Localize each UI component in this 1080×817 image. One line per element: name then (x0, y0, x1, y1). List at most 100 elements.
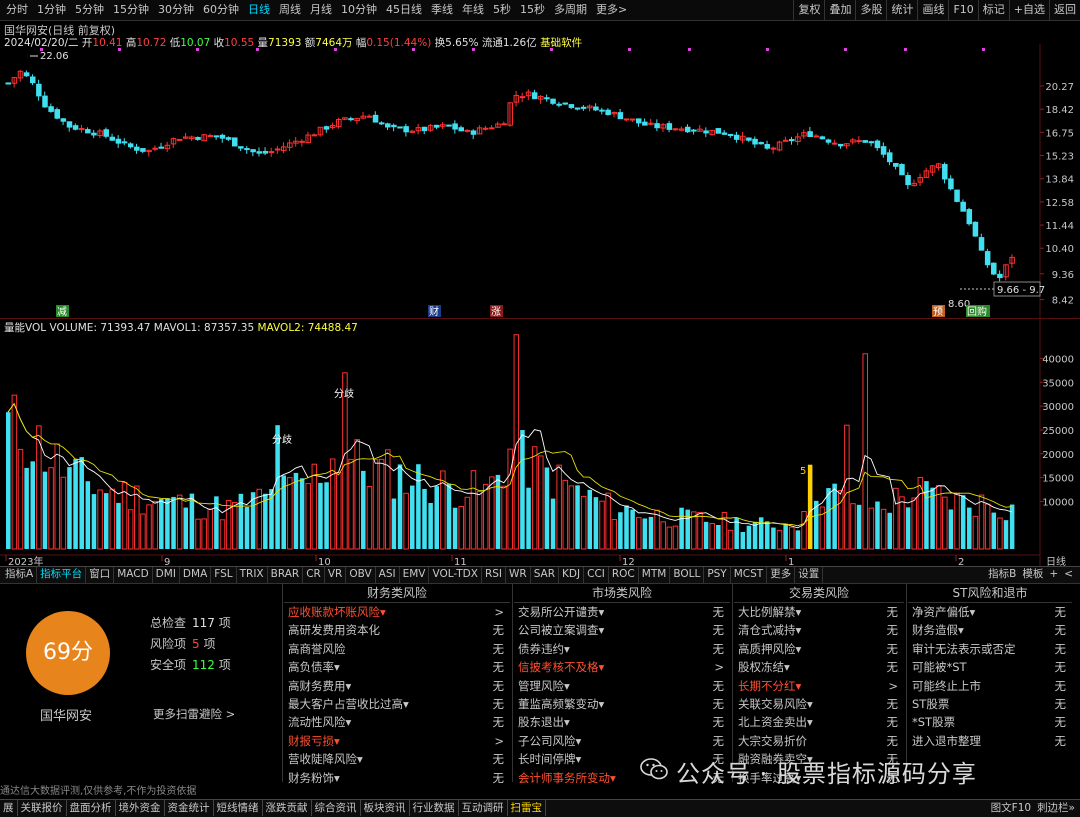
indicator-control[interactable]: 模板 (1019, 567, 1046, 583)
risk-item[interactable]: 财务粉饰▾ 无 (284, 769, 510, 787)
indicator-control[interactable]: < (1061, 567, 1076, 583)
risk-item[interactable]: 信披考核不及格▾ > (514, 658, 730, 676)
indicator-tab[interactable]: SAR (531, 567, 560, 583)
risk-item[interactable]: 高质押风险▾ 无 (734, 640, 904, 658)
bottom-tab[interactable]: 资金统计 (165, 800, 214, 816)
indicator-tab[interactable]: 窗口 (86, 567, 115, 583)
volume-chart[interactable]: 40000350003000025000200001500010000分歧分歧5… (0, 318, 1080, 569)
risk-item[interactable]: 北上资金卖出▾ 无 (734, 713, 904, 731)
period-tab[interactable]: 季线 (427, 0, 458, 20)
tool-button[interactable]: 复权 (793, 0, 824, 20)
bottom-tab[interactable]: 板块资讯 (361, 800, 410, 816)
risk-item[interactable]: 关联交易风险▾ 无 (734, 695, 904, 713)
period-tab[interactable]: 30分钟 (154, 0, 199, 20)
indicator-tab[interactable]: MCST (731, 567, 768, 583)
bottom-control[interactable]: 刺边栏» (1034, 800, 1078, 816)
tool-button[interactable]: 标记 (977, 0, 1009, 20)
tool-button[interactable]: +自选 (1008, 0, 1049, 20)
indicator-control[interactable]: + (1046, 567, 1061, 583)
bottom-tab[interactable]: 展 (0, 800, 18, 816)
risk-item[interactable]: 子公司风险▾ 无 (514, 732, 730, 750)
period-tab[interactable]: 年线 (458, 0, 489, 20)
indicator-tab[interactable]: MTM (639, 567, 671, 583)
risk-item[interactable]: 高负债率▾ 无 (284, 658, 510, 676)
risk-item[interactable]: 审计无法表示或否定 无 (908, 640, 1072, 658)
risk-item[interactable]: 高研发费用资本化 无 (284, 621, 510, 639)
tool-button[interactable]: 叠加 (824, 0, 855, 20)
indicator-tab[interactable]: PSY (704, 567, 731, 583)
bottom-tab[interactable]: 涨跌贡献 (263, 800, 312, 816)
indicator-tab[interactable]: ROC (609, 567, 639, 583)
period-tab[interactable]: 1分钟 (33, 0, 71, 20)
indicator-tab[interactable]: WR (506, 567, 531, 583)
indicator-tab[interactable]: 指标A (2, 567, 38, 583)
bottom-tab[interactable]: 综合资讯 (312, 800, 361, 816)
period-tab[interactable]: 15分钟 (109, 0, 154, 20)
period-tab[interactable]: 月线 (306, 0, 337, 20)
tool-button[interactable]: 返回 (1049, 0, 1080, 20)
risk-item[interactable]: 清仓式减持▾ 无 (734, 621, 904, 639)
risk-item[interactable]: 管理风险▾ 无 (514, 677, 730, 695)
tool-button[interactable]: 统计 (886, 0, 917, 20)
indicator-tab[interactable]: VOL-TDX (429, 567, 482, 583)
indicator-tab[interactable]: DMI (153, 567, 180, 583)
risk-item[interactable]: 长期不分红▾ > (734, 677, 904, 695)
indicator-tab[interactable]: ASI (376, 567, 400, 583)
risk-item[interactable]: 高财务费用▾ 无 (284, 677, 510, 695)
risk-item[interactable]: 公司被立案调查▾ 无 (514, 621, 730, 639)
indicator-tab[interactable]: EMV (400, 567, 430, 583)
risk-item[interactable]: 股权冻结▾ 无 (734, 658, 904, 676)
indicator-tab[interactable]: MACD (114, 567, 153, 583)
indicator-control[interactable]: 指标B (985, 567, 1019, 583)
period-tab[interactable]: 分时 (2, 0, 33, 20)
indicator-tab[interactable]: RSI (482, 567, 506, 583)
tool-button[interactable]: F10 (948, 0, 977, 20)
indicator-tab[interactable]: DMA (180, 567, 212, 583)
risk-item[interactable]: 高商誉风险 无 (284, 640, 510, 658)
risk-item[interactable]: 净资产偏低▾ 无 (908, 603, 1072, 621)
bottom-tab[interactable]: 互动调研 (459, 800, 508, 816)
indicator-tab[interactable]: OBV (346, 567, 376, 583)
period-tab[interactable]: 5秒 (489, 0, 516, 20)
bottom-tab[interactable]: 关联报价 (18, 800, 67, 816)
tool-button[interactable]: 多股 (855, 0, 886, 20)
risk-item[interactable]: 进入退市整理 无 (908, 732, 1072, 750)
risk-item[interactable]: 流动性风险▾ 无 (284, 713, 510, 731)
risk-item[interactable]: 大宗交易折价 无 (734, 732, 904, 750)
period-tab[interactable]: 多周期 (550, 0, 592, 20)
indicator-tab[interactable]: TRIX (237, 567, 268, 583)
risk-item[interactable]: ST股票 无 (908, 695, 1072, 713)
indicator-tab[interactable]: 设置 (795, 567, 824, 583)
indicator-tab[interactable]: FSL (211, 567, 237, 583)
period-tab[interactable]: 5分钟 (71, 0, 109, 20)
risk-item[interactable]: 应收账款坏账风险▾ > (284, 603, 510, 621)
tool-button[interactable]: 画线 (917, 0, 948, 20)
period-tab[interactable]: 10分钟 (337, 0, 382, 20)
period-tab[interactable]: 更多> (592, 0, 632, 20)
risk-item[interactable]: 最大客户占营收比过高▾ 无 (284, 695, 510, 713)
period-tab[interactable]: 周线 (275, 0, 306, 20)
more-scan-link[interactable]: 更多扫雷避险 > (153, 706, 235, 722)
period-tab[interactable]: 日线 (244, 0, 275, 20)
indicator-tab[interactable]: BOLL (670, 567, 705, 583)
bottom-control[interactable]: 图文F10 (988, 800, 1034, 816)
bottom-tab[interactable]: 行业数据 (410, 800, 459, 816)
risk-item[interactable]: 股东退出▾ 无 (514, 713, 730, 731)
period-tab[interactable]: 15秒 (516, 0, 550, 20)
risk-item[interactable]: 大比例解禁▾ 无 (734, 603, 904, 621)
risk-item[interactable]: 可能被*ST 无 (908, 658, 1072, 676)
candlestick-chart[interactable]: 20.27 18.42 16.75 15.23 13.84 12.58 11.44 10.40… (0, 44, 1080, 318)
bottom-tab[interactable]: 盘面分析 (67, 800, 116, 816)
indicator-tab[interactable]: 更多 (767, 567, 796, 583)
period-tab[interactable]: 60分钟 (199, 0, 244, 20)
indicator-tab[interactable]: CR (303, 567, 325, 583)
bottom-tab[interactable]: 境外资金 (116, 800, 165, 816)
risk-item[interactable]: 财报亏损▾ > (284, 732, 510, 750)
period-tab[interactable]: 45日线 (382, 0, 427, 20)
risk-item[interactable]: 营收陡降风险▾ 无 (284, 750, 510, 768)
risk-item[interactable]: 可能终止上市 无 (908, 677, 1072, 695)
indicator-tab[interactable]: 指标平台 (37, 567, 87, 583)
risk-item[interactable]: 董监高频繁变动▾ 无 (514, 695, 730, 713)
indicator-tab[interactable]: BRAR (268, 567, 304, 583)
bottom-tab[interactable]: 短线情绪 (214, 800, 263, 816)
